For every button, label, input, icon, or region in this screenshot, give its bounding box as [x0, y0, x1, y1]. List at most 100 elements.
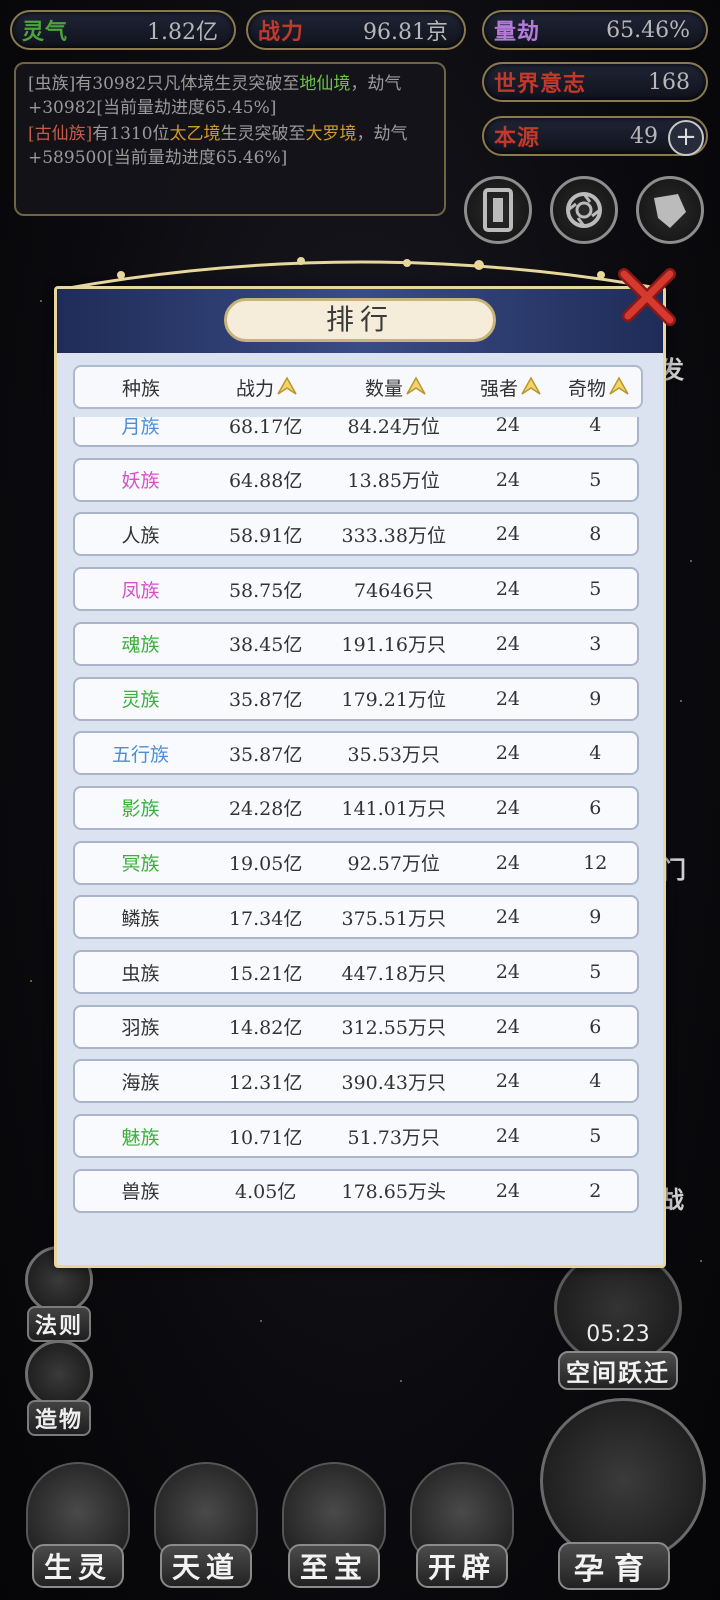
- zhanli-label: 战力: [258, 19, 305, 45]
- log-text: 生灵突破至: [220, 124, 306, 144]
- count-cell: 191.16万只: [341, 634, 446, 657]
- space-jump-button[interactable]: 05:23 空间跃迁: [548, 1250, 688, 1390]
- strong-cell: 24: [495, 796, 521, 819]
- side-btn-creation[interactable]: 造物: [22, 1340, 96, 1436]
- card-icon: [483, 188, 513, 232]
- count-cell: 92.57万位: [347, 853, 440, 876]
- scroll-icon: [654, 194, 686, 228]
- log-entry: [虫族]有30982只凡体境生灵突破至地仙境，劫气+30982[当前量劫进度65…: [28, 72, 432, 120]
- strong-cell: 24: [495, 742, 521, 765]
- race-cell: 兽族: [121, 1181, 160, 1204]
- side-label-rules: 法则: [26, 1306, 91, 1342]
- strong-cell: 24: [495, 468, 521, 491]
- treasure-cell: 3: [589, 632, 602, 655]
- nav-kaipi-label: 开辟: [415, 1544, 508, 1588]
- ranking-row[interactable]: 虫族 15.21亿 447.18万只 24 5: [73, 950, 639, 994]
- strong-cell: 24: [495, 1125, 521, 1148]
- zhanli-bar: 战力 96.81京: [246, 10, 466, 50]
- sort-count-button[interactable]: 数量: [327, 374, 465, 401]
- log-text: [虫族]有30982只凡体境生灵突破至: [28, 74, 300, 94]
- shijie-bar[interactable]: 世界意志 168: [482, 62, 708, 102]
- strong-cell: 24: [495, 417, 521, 436]
- power-cell: 17.34亿: [228, 907, 303, 930]
- ranking-column-header: 种族 战力 数量 强者 奇物: [73, 365, 643, 409]
- liangjie-bar[interactable]: 量劫 65.46%: [482, 10, 708, 50]
- portal-button[interactable]: [550, 176, 618, 244]
- log-entry: [古仙族]有1310位太乙境生灵突破至大罗境，劫气+589500[当前量劫进度6…: [28, 122, 432, 170]
- scroll-button[interactable]: [636, 176, 704, 244]
- race-cell: 魂族: [121, 634, 160, 657]
- ranking-row[interactable]: 人族 58.91亿 333.38万位 24 8: [73, 512, 639, 557]
- race-cell: 人族: [121, 524, 160, 547]
- strong-cell: 24: [495, 961, 521, 983]
- lingqi-value: 1.82亿: [147, 20, 218, 45]
- sort-arrow-icon: [406, 376, 426, 395]
- treasure-cell: 6: [589, 796, 602, 819]
- race-cell: 海族: [121, 1071, 160, 1094]
- ranking-row[interactable]: 五行族 35.87亿 35.53万只 24 4: [73, 731, 639, 776]
- ranking-list[interactable]: 月族 68.17亿 84.24万位 24 4 妖族 64.88亿 13.85万位 24 5 人族 58…: [65, 417, 655, 1225]
- ranking-row[interactable]: 魅族 10.71亿 51.73万只 24 5: [73, 1114, 639, 1159]
- ranking-row[interactable]: 兽族 4.05亿 178.65万头 24 2: [73, 1168, 639, 1213]
- treasure-cell: 6: [589, 1015, 602, 1038]
- power-cell: 14.82亿: [228, 1017, 303, 1040]
- race-cell: 鳞族: [121, 907, 160, 930]
- benyuan-label: 本源: [494, 125, 541, 151]
- treasure-cell: 5: [589, 1125, 602, 1148]
- count-cell: 74646只: [354, 579, 434, 602]
- count-cell: 312.55万只: [341, 1017, 446, 1040]
- strong-cell: 24: [495, 632, 521, 655]
- sort-arrow-icon: [277, 376, 297, 395]
- count-cell: 178.65万头: [341, 1181, 446, 1204]
- power-cell: 38.45亿: [228, 634, 303, 657]
- count-cell: 51.73万只: [347, 1126, 440, 1149]
- power-cell: 35.87亿: [228, 689, 303, 711]
- count-cell: 84.24万位: [347, 417, 440, 438]
- breed-label: 孕育: [558, 1542, 670, 1590]
- add-benyuan-button[interactable]: +: [668, 120, 704, 156]
- ranking-row[interactable]: 凤族 58.75亿 74646只 24 5: [73, 567, 639, 612]
- race-cell: 五行族: [112, 743, 170, 766]
- close-icon[interactable]: [614, 262, 680, 328]
- race-cell: 凤族: [121, 579, 160, 602]
- treasure-cell: 8: [589, 523, 602, 546]
- breed-button[interactable]: 孕育: [538, 1398, 708, 1598]
- nav-zhibao[interactable]: 至宝: [274, 1462, 394, 1600]
- nav-tiandao[interactable]: 天道: [146, 1462, 266, 1600]
- space-jump-timer: 05:23: [586, 1322, 650, 1347]
- col-race-label: 种族: [121, 377, 160, 400]
- ranking-row[interactable]: 魂族 38.45亿 191.16万只 24 3: [73, 621, 639, 666]
- ranking-row[interactable]: 羽族 14.82亿 312.55万只 24 6: [73, 1004, 639, 1049]
- treasure-cell: 5: [589, 961, 602, 983]
- ranking-row[interactable]: 鳞族 17.34亿 375.51万只 24 9: [73, 895, 639, 940]
- nav-kaipi[interactable]: 开辟: [402, 1462, 522, 1600]
- ranking-header: 排行: [57, 289, 663, 353]
- sort-power-button[interactable]: 战力: [207, 374, 327, 401]
- ranking-row[interactable]: 影族 24.28亿 141.01万只 24 6: [73, 785, 639, 830]
- ornament-arc: [62, 257, 664, 291]
- treasure-cell: 9: [589, 687, 602, 710]
- breed-icon: [540, 1398, 706, 1564]
- log-text: [古仙族]: [28, 124, 93, 144]
- strong-cell: 24: [495, 523, 521, 546]
- ranking-row[interactable]: 月族 68.17亿 84.24万位 24 4: [73, 417, 639, 447]
- race-cell: 影族: [121, 798, 160, 821]
- race-cell: 冥族: [121, 853, 160, 876]
- ranking-row[interactable]: 灵族 35.87亿 179.21万位 24 9: [73, 676, 639, 721]
- race-cell: 月族: [121, 417, 160, 438]
- nav-shengling[interactable]: 生灵: [18, 1462, 138, 1600]
- card-button[interactable]: [464, 176, 532, 244]
- sort-treasure-button[interactable]: 奇物: [557, 374, 641, 401]
- power-cell: 19.05亿: [228, 853, 303, 876]
- power-cell: 12.31亿: [228, 1071, 303, 1094]
- ranking-row[interactable]: 冥族 19.05亿 92.57万位 24 12: [73, 840, 639, 885]
- race-cell: 妖族: [121, 470, 160, 493]
- count-cell: 390.43万只: [341, 1071, 446, 1094]
- shijie-label: 世界意志: [494, 71, 587, 97]
- creation-icon: [25, 1340, 93, 1408]
- ranking-row[interactable]: 妖族 64.88亿 13.85万位 24 5: [73, 457, 639, 502]
- shijie-value: 168: [648, 69, 690, 95]
- race-cell: 灵族: [121, 689, 160, 711]
- ranking-row[interactable]: 海族 12.31亿 390.43万只 24 4: [73, 1059, 639, 1104]
- sort-strong-button[interactable]: 强者: [465, 374, 557, 401]
